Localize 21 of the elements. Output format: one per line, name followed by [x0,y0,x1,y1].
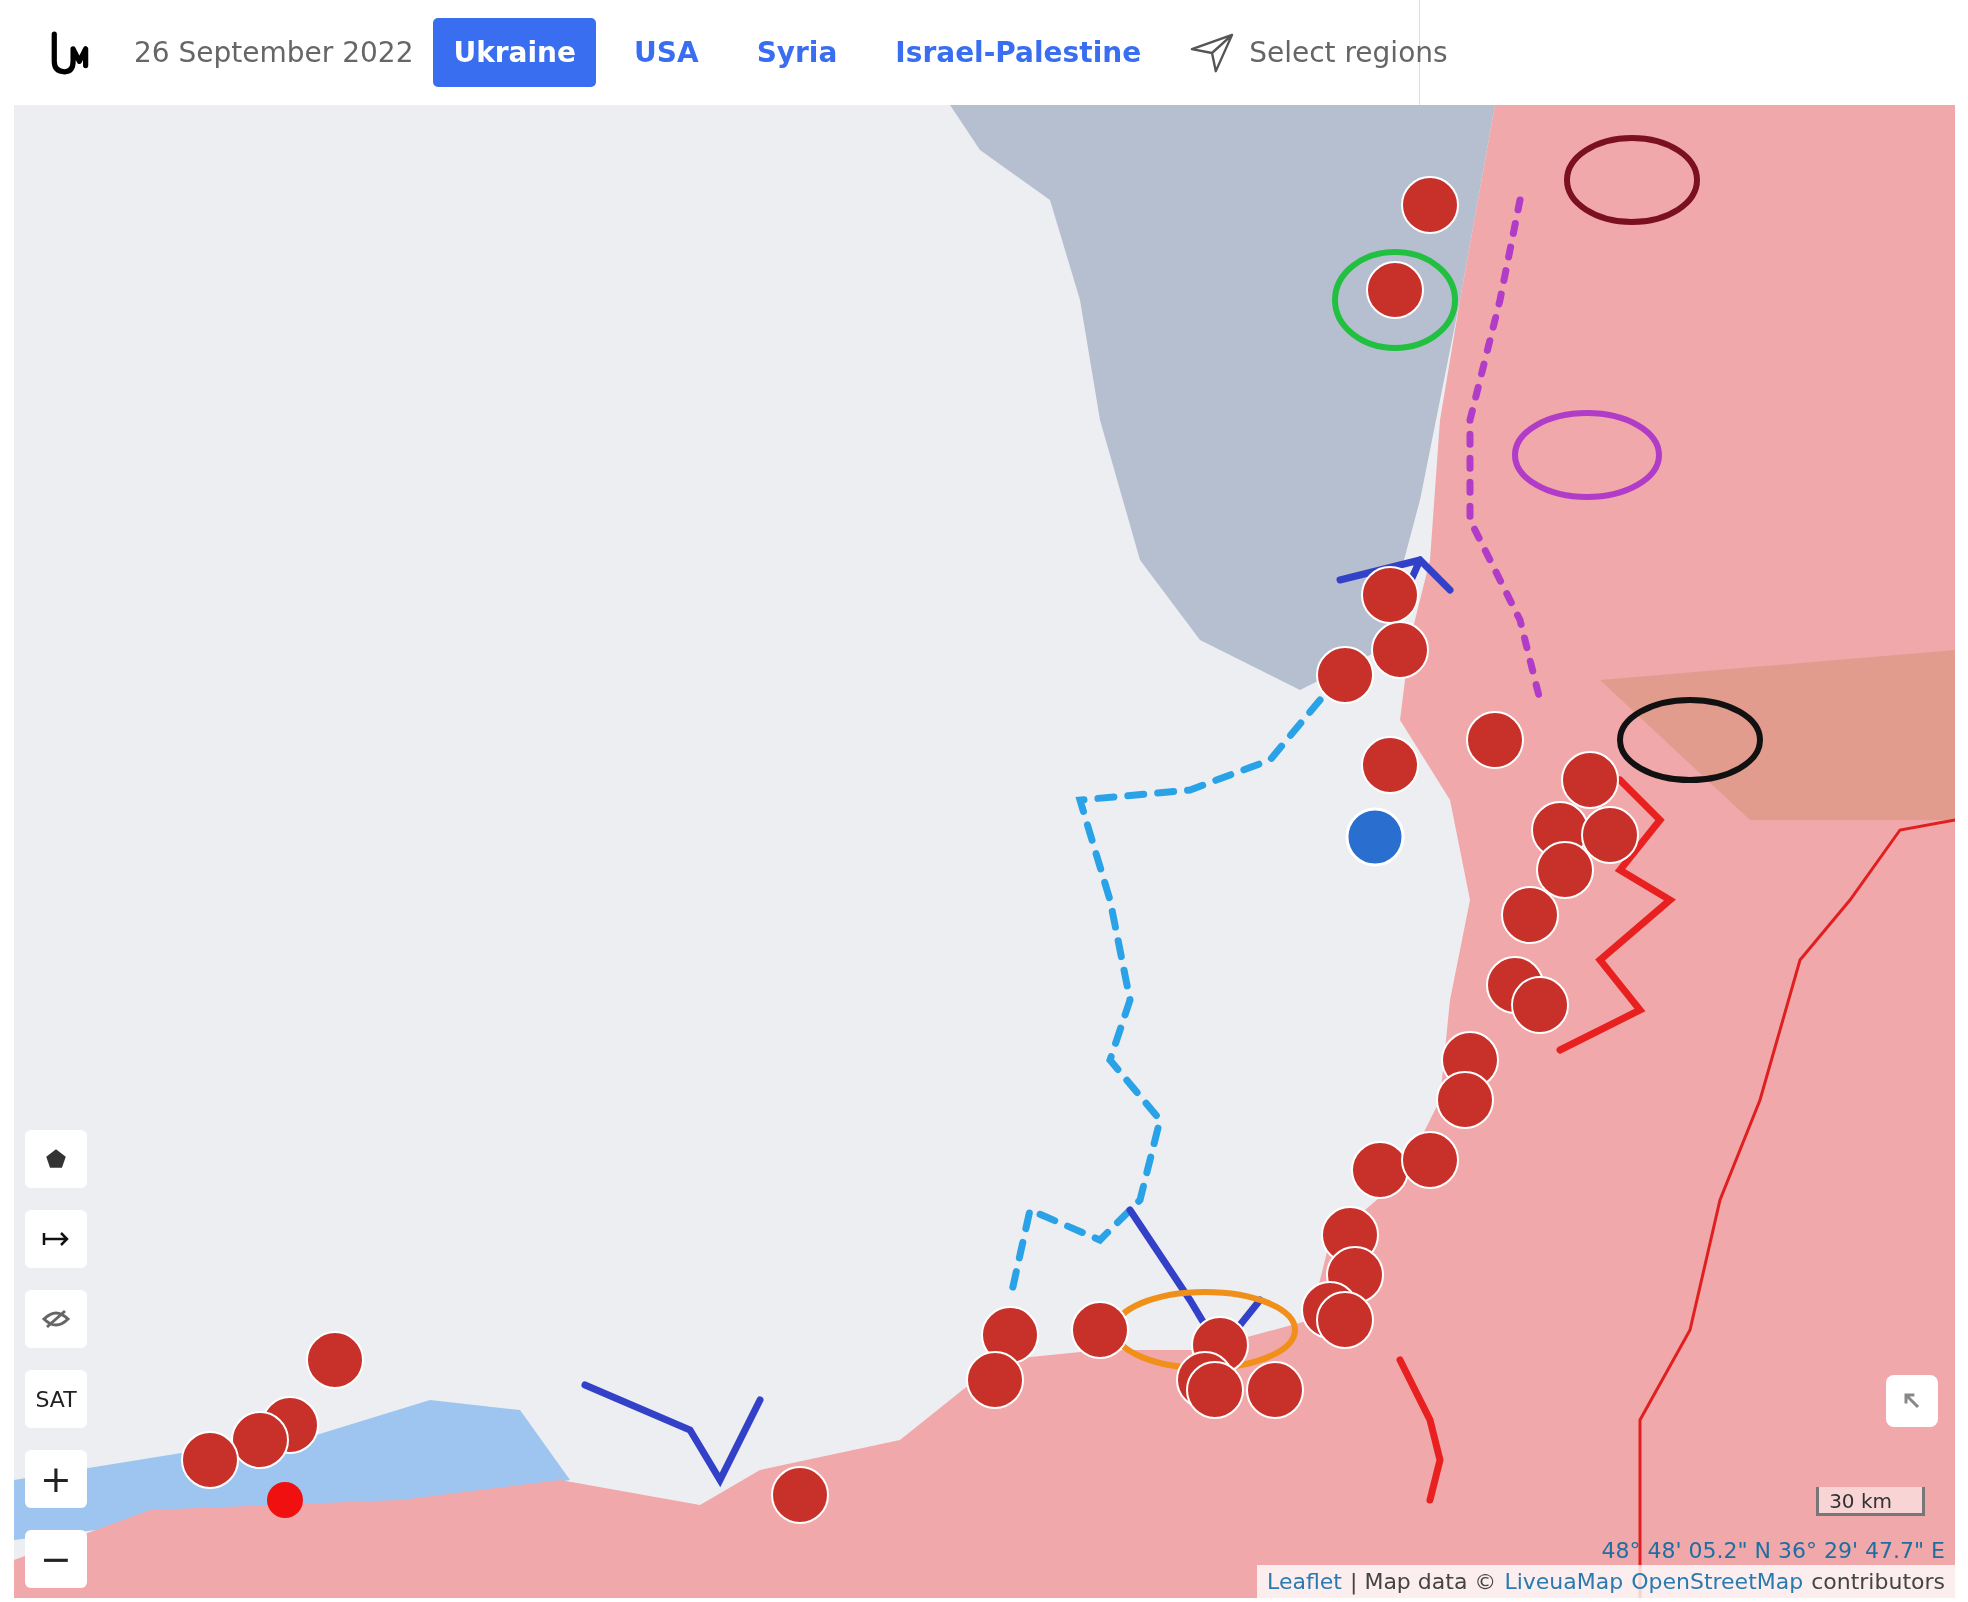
attribution-text: contributors [1811,1569,1945,1594]
map-control-button[interactable]: + [25,1450,87,1508]
leaflet-link[interactable]: Leaflet [1267,1569,1342,1594]
polygon-tool-button[interactable] [25,1130,87,1188]
coordinates-label: 48° 48' 05.2" N 36° 29' 47.7" E [1600,1537,1946,1565]
liveuamap-link[interactable]: LiveuaMap [1504,1569,1624,1594]
region-tab[interactable]: Syria [736,18,858,87]
hide-button[interactable] [25,1290,87,1348]
measure-button[interactable] [25,1210,87,1268]
region-tab[interactable]: Israel-Palestine [875,18,1162,87]
collapse-button[interactable] [1886,1375,1938,1427]
region-tab[interactable]: Ukraine [433,18,597,87]
send-icon[interactable] [1189,31,1236,74]
scale-bar: 30 km [1816,1487,1925,1516]
select-regions-link[interactable]: Select regions [1249,36,1448,69]
map-control-button[interactable]: SAT [25,1370,87,1428]
map-control-button[interactable]: − [25,1530,87,1588]
openstreetmap-link[interactable]: OpenStreetMap [1631,1569,1804,1594]
date-label: 26 September 2022 [134,36,414,69]
region-tab[interactable]: USA [614,18,719,87]
attribution-text: | Map data © [1350,1569,1497,1594]
